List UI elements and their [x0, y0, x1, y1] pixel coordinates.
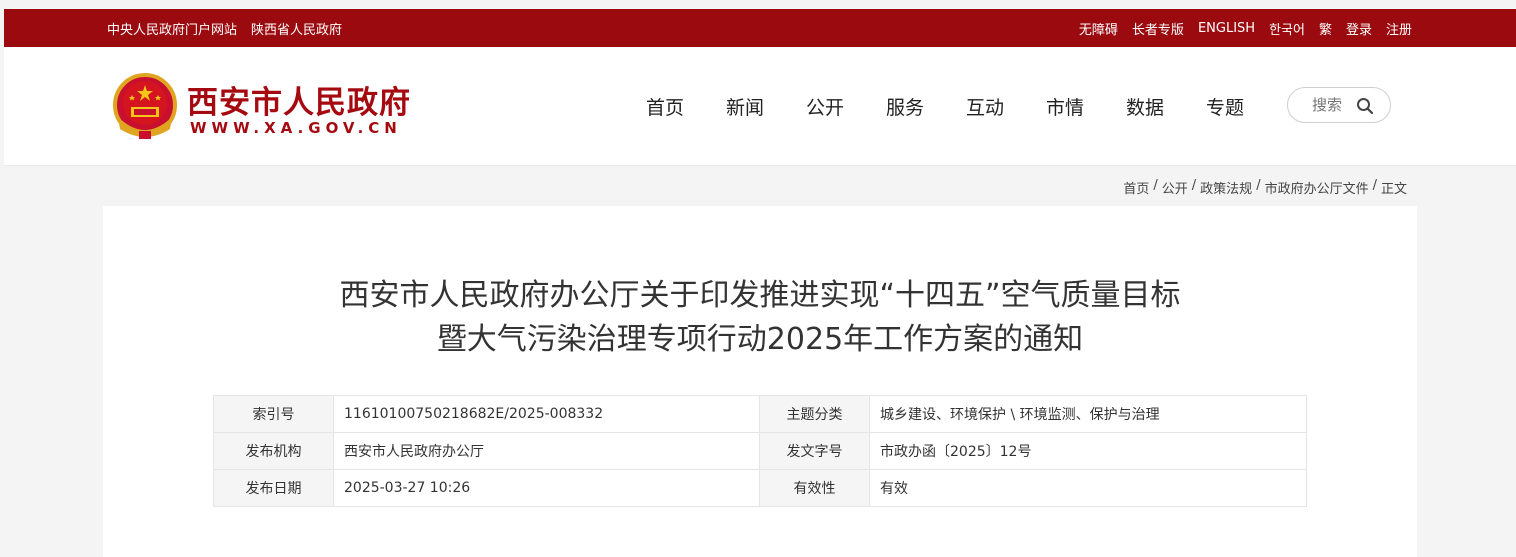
meta-key-validity: 有效性: [759, 469, 870, 507]
nav-item-city-info[interactable]: 市情: [1046, 93, 1126, 120]
top-bar-right-links: 无障碍 长者专版 ENGLISH 한국어 繁 登录 注册: [1079, 9, 1412, 47]
meta-value-publish-date: 2025-03-27 10:26: [333, 469, 760, 507]
breadcrumb-home[interactable]: 首页: [1123, 178, 1149, 197]
meta-key-index-number: 索引号: [213, 395, 334, 433]
breadcrumb-current: 正文: [1380, 182, 1407, 197]
breadcrumb-public[interactable]: 公开: [1162, 178, 1188, 197]
link-korean[interactable]: 한국어: [1269, 19, 1305, 38]
meta-key-publish-date: 发布日期: [213, 469, 334, 507]
national-emblem-icon: [113, 73, 177, 139]
meta-value-topic: 城乡建设、环境保护 \ 环境监测、保护与治理: [869, 395, 1307, 433]
link-elder-mode[interactable]: 长者专版: [1132, 19, 1184, 38]
meta-value-index-number: 11610100750218682E/2025-008332: [333, 395, 760, 433]
table-row: 索引号 11610100750218682E/2025-008332 主题分类 …: [213, 395, 1307, 433]
article-title-line1: 西安市人民政府办公厅关于印发推进实现“十四五”空气质量目标: [339, 278, 1181, 313]
article-meta-table: 索引号 11610100750218682E/2025-008332 主题分类 …: [213, 395, 1307, 507]
link-traditional-chinese[interactable]: 繁: [1319, 19, 1332, 38]
nav-item-public[interactable]: 公开: [806, 93, 886, 120]
link-english[interactable]: ENGLISH: [1198, 21, 1255, 36]
link-login[interactable]: 登录: [1346, 19, 1372, 38]
nav-item-home[interactable]: 首页: [646, 93, 726, 120]
breadcrumb-separator: /: [1153, 178, 1158, 193]
meta-key-document-number: 发文字号: [759, 432, 870, 470]
search-box[interactable]: [1287, 87, 1391, 123]
nav-item-data[interactable]: 数据: [1126, 93, 1206, 120]
article-title-line2: 暨大气污染治理专项行动2025年工作方案的通知: [436, 322, 1084, 357]
logo-url: WWW.XA.GOV.CN: [190, 119, 402, 137]
table-row: 发布机构 西安市人民政府办公厅 发文字号 市政办函〔2025〕12号: [213, 432, 1307, 470]
breadcrumb-separator: /: [1256, 178, 1261, 193]
breadcrumb-policy[interactable]: 政策法规: [1200, 178, 1252, 197]
search-input[interactable]: [1312, 96, 1352, 114]
nav-item-interaction[interactable]: 互动: [966, 93, 1046, 120]
top-bar-left-links: 中央人民政府门户网站 陕西省人民政府: [107, 9, 342, 47]
breadcrumb-separator: /: [1191, 178, 1197, 193]
meta-value-document-number: 市政办函〔2025〕12号: [869, 432, 1307, 470]
meta-value-publisher: 西安市人民政府办公厅: [333, 432, 760, 470]
breadcrumb-separator: /: [1372, 178, 1377, 193]
nav-item-topics[interactable]: 专题: [1206, 93, 1286, 120]
site-logo[interactable]: 西安市人民政府 WWW.XA.GOV.CN: [112, 71, 412, 143]
breadcrumb-office-docs[interactable]: 市政府办公厅文件: [1265, 178, 1369, 197]
search-icon[interactable]: [1356, 97, 1374, 115]
meta-key-topic: 主题分类: [759, 395, 870, 433]
link-register[interactable]: 注册: [1386, 19, 1412, 38]
meta-key-publisher: 发布机构: [213, 432, 334, 470]
nav-item-news[interactable]: 新闻: [726, 93, 806, 120]
main-nav: 首页 新闻 公开 服务 互动 市情 数据 专题: [646, 47, 1286, 166]
table-row: 发布日期 2025-03-27 10:26 有效性 有效: [213, 469, 1307, 507]
article-card: 西安市人民政府办公厅关于印发推进实现“十四五”空气质量目标 暨大气污染治理专项行…: [103, 206, 1417, 557]
nav-item-services[interactable]: 服务: [886, 93, 966, 120]
meta-value-validity: 有效: [869, 469, 1307, 507]
breadcrumb: 首页 / 公开 / 政策法规 / 市政府办公厅文件 / 正文: [1123, 178, 1407, 197]
link-accessibility[interactable]: 无障碍: [1079, 19, 1118, 38]
site-header: 西安市人民政府 WWW.XA.GOV.CN 首页 新闻 公开 服务 互动 市情 …: [4, 47, 1516, 166]
top-bar: 中央人民政府门户网站 陕西省人民政府 无障碍 长者专版 ENGLISH 한국어 …: [4, 9, 1516, 47]
link-shaanxi-government[interactable]: 陕西省人民政府: [251, 19, 342, 38]
logo-title: 西安市人民政府: [187, 85, 411, 121]
link-central-government[interactable]: 中央人民政府门户网站: [107, 19, 237, 38]
article-title: 西安市人民政府办公厅关于印发推进实现“十四五”空气质量目标 暨大气污染治理专项行…: [103, 274, 1417, 362]
